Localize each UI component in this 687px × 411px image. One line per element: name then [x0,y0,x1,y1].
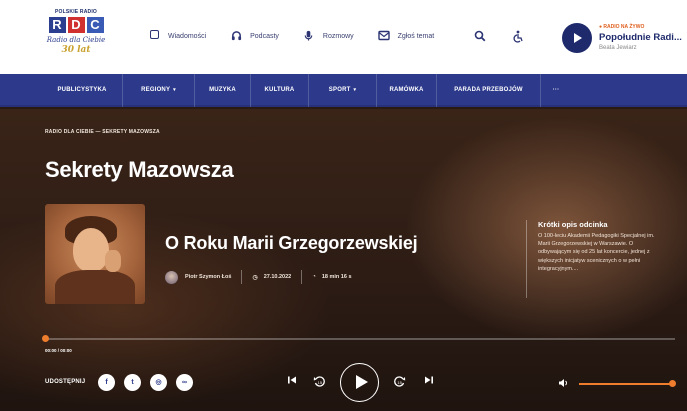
logo-letter-r: R [48,17,66,33]
avatar [165,270,178,284]
svg-text:15: 15 [397,380,402,385]
progress-bar[interactable] [42,335,675,342]
skip-next-icon[interactable] [422,375,436,389]
podcast-hero: RADIO DLA CIEBIE — SEKRETY MAZOWSZA Sekr… [0,109,687,411]
nav-item-kultura[interactable]: KULTURA [251,74,309,107]
newspaper-icon [148,30,160,42]
now-playing-host: Beata Jewiarz [599,45,637,51]
clock-icon: ◔ [312,274,316,280]
top-nav-label: Podcasty [250,32,279,40]
twitter-icon[interactable]: t [124,374,141,391]
episode-date: 27.10.2022 [263,274,292,280]
top-nav-label: Zgłoś temat [397,32,435,40]
logo-top-text: POLSKIE RADIO [54,9,98,15]
volume-handle[interactable] [669,380,676,387]
top-nav: Wiadomości Podcasty Rozmowy Zgłoś temat [148,30,458,42]
page-title: Sekrety Mazowsza [45,157,234,182]
share-label: UDOSTĘPNIJ [45,379,86,385]
divider [241,270,243,284]
live-label: RADIO NA ŻYWO [599,24,644,30]
chevron-down-icon: ▾ [173,87,176,93]
instagram-icon[interactable]: ◎ [150,374,167,391]
progress-handle[interactable] [42,335,49,342]
description-heading: Krótki opis odcinka [538,220,608,229]
description-text: O 100-leciu Akademii Pedagogiki Specjaln… [538,233,655,272]
logo-letters: R D C [45,17,107,33]
nav-more-button[interactable]: ··· [541,74,571,107]
logo-letter-c: C [86,17,104,33]
facebook-icon[interactable]: f [98,374,115,391]
episode-duration: 18 min 16 s [321,274,352,280]
episode-meta: Piotr Szymon Łoś ◷ 27.10.2022 ◔ 18 min 1… [165,269,352,285]
nav-item-muzyka[interactable]: MUZYKA [195,74,251,107]
episode-author[interactable]: Piotr Szymon Łoś [185,274,231,280]
rdc-logo[interactable]: POLSKIE RADIO R D C Radio dla Ciebie 30 … [45,9,107,65]
fast-forward-icon[interactable]: 15 [392,375,406,389]
link-icon[interactable]: ∞ [176,374,193,391]
volume-icon[interactable] [558,378,569,390]
volume-slider[interactable] [579,380,676,387]
nav-item-sport[interactable]: SPORT ▾ [309,74,377,107]
logo-script: Radio dla Ciebie [46,36,106,44]
logo-anniversary: 30 lat [61,45,91,55]
divider [301,270,303,284]
now-playing-widget[interactable]: RADIO NA ŻYWO Popołudnie Radi... Beata J… [558,19,687,57]
time-readout: 00:00 / 00:00 [45,348,72,353]
top-nav-podcasts[interactable]: Podcasty [230,30,279,42]
nav-item-parada[interactable]: PARADA PRZEBOJÓW [437,74,541,107]
main-nav: PUBLICYSTYKA REGIONY ▾ MUZYKA KULTURA SPO… [0,74,687,107]
top-nav-label: Rozmowy [322,32,354,40]
top-nav-report-topic[interactable]: Zgłoś temat [377,30,435,42]
envelope-icon [377,30,390,42]
calendar-icon: ◷ [252,274,258,281]
nav-item-regiony[interactable]: REGIONY ▾ [123,74,195,107]
play-button[interactable] [340,363,379,402]
now-playing-title: Popołudnie Radi... [599,32,682,43]
logo-letter-d: D [67,17,85,33]
skip-previous-icon[interactable] [285,375,299,389]
chevron-down-icon: ▾ [353,87,357,93]
episode-description: Krótki opis odcinka O 100-leciu Akademii… [526,220,666,298]
microphone-icon [303,30,315,42]
accessibility-icon[interactable] [511,30,525,44]
top-nav-talks[interactable]: Rozmowy [303,30,354,42]
nav-item-publicystyka[interactable]: PUBLICYSTYKA [42,74,123,107]
svg-text:15: 15 [317,380,322,385]
top-nav-label: Wiadomości [168,32,207,40]
headphones-icon [230,30,242,42]
live-play-button[interactable] [562,23,592,53]
site-header: POLSKIE RADIO R D C Radio dla Ciebie 30 … [0,0,687,74]
nav-item-ramowka[interactable]: RAMÓWKA [377,74,437,107]
episode-thumbnail [45,204,145,304]
rewind-icon[interactable]: 15 [312,375,326,389]
search-icon[interactable] [473,30,487,44]
breadcrumb[interactable]: RADIO DLA CIEBIE — SEKRETY MAZOWSZA [45,129,160,135]
episode-title: O Roku Marii Grzegorzewskiej [165,233,418,253]
top-nav-news[interactable]: Wiadomości [148,30,206,42]
